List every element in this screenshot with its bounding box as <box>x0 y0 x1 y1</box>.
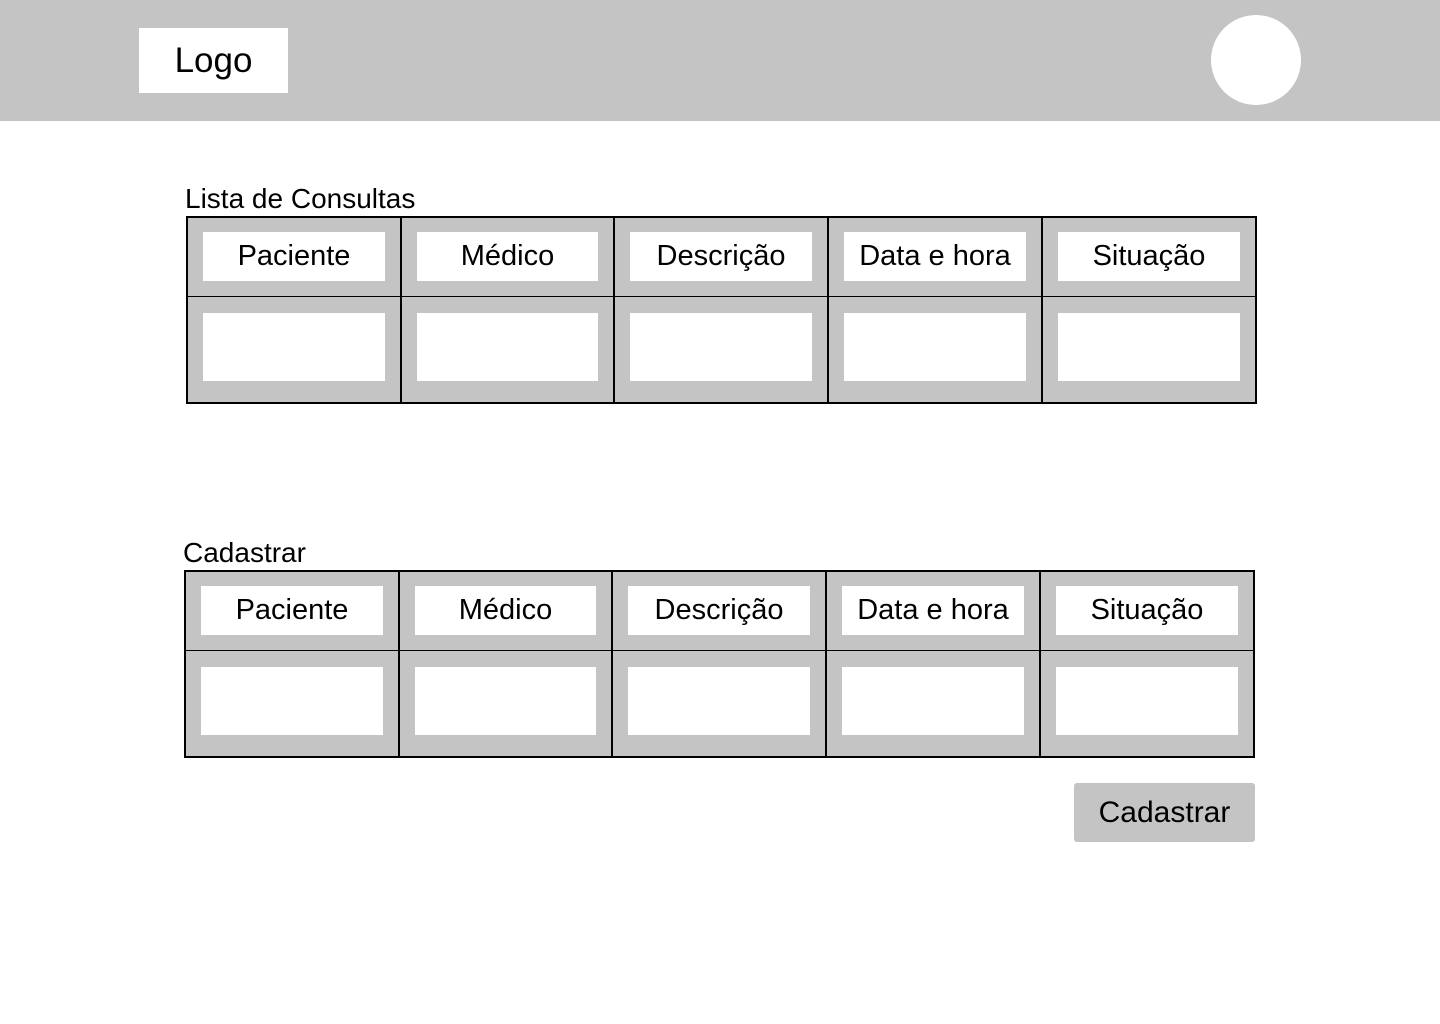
register-form-table: Paciente Médico Descrição Data e hora Si… <box>184 570 1255 758</box>
table-header-row: Paciente Médico Descrição Data e hora Si… <box>188 218 1255 297</box>
column-header-situacao: Situação <box>1058 232 1240 281</box>
situacao-input[interactable] <box>1056 667 1238 735</box>
field-label-descricao: Descrição <box>628 586 810 635</box>
list-section-title: Lista de Consultas <box>185 183 416 214</box>
table-header-cell: Data e hora <box>829 218 1043 296</box>
table-header-cell: Situação <box>1043 218 1255 296</box>
user-avatar-icon[interactable] <box>1211 15 1301 105</box>
form-header-cell: Descrição <box>613 572 827 650</box>
page: Logo Lista de Consultas Paciente Médico … <box>0 0 1440 1024</box>
top-bar: Logo <box>0 0 1440 121</box>
logo[interactable]: Logo <box>139 28 288 93</box>
cadastrar-button[interactable]: Cadastrar <box>1074 783 1255 842</box>
descricao-input[interactable] <box>628 667 810 735</box>
form-header-row: Paciente Médico Descrição Data e hora Si… <box>186 572 1253 651</box>
field-label-data-hora: Data e hora <box>842 586 1024 635</box>
form-header-cell: Data e hora <box>827 572 1041 650</box>
field-label-situacao: Situação <box>1056 586 1238 635</box>
table-cell-situacao <box>1058 313 1240 381</box>
field-label-paciente: Paciente <box>201 586 383 635</box>
form-input-row <box>186 651 1253 756</box>
table-cell-paciente <box>203 313 385 381</box>
form-cell <box>400 651 613 756</box>
form-cell <box>186 651 400 756</box>
consultas-table: Paciente Médico Descrição Data e hora Si… <box>186 216 1257 404</box>
medico-input[interactable] <box>415 667 596 735</box>
table-cell-medico <box>417 313 598 381</box>
field-label-medico: Médico <box>415 586 596 635</box>
column-header-paciente: Paciente <box>203 232 385 281</box>
form-header-cell: Médico <box>400 572 613 650</box>
table-cell <box>402 297 615 402</box>
column-header-data-hora: Data e hora <box>844 232 1026 281</box>
table-cell-descricao <box>630 313 812 381</box>
form-header-cell: Paciente <box>186 572 400 650</box>
column-header-descricao: Descrição <box>630 232 812 281</box>
form-cell <box>613 651 827 756</box>
table-row <box>188 297 1255 402</box>
data-hora-input[interactable] <box>842 667 1024 735</box>
table-cell <box>615 297 829 402</box>
form-header-cell: Situação <box>1041 572 1253 650</box>
table-header-cell: Paciente <box>188 218 402 296</box>
paciente-input[interactable] <box>201 667 383 735</box>
table-header-cell: Médico <box>402 218 615 296</box>
table-cell <box>1043 297 1255 402</box>
table-cell <box>829 297 1043 402</box>
table-header-cell: Descrição <box>615 218 829 296</box>
register-section-title: Cadastrar <box>183 537 306 568</box>
form-cell <box>827 651 1041 756</box>
form-cell <box>1041 651 1253 756</box>
table-cell-data-hora <box>844 313 1026 381</box>
table-cell <box>188 297 402 402</box>
column-header-medico: Médico <box>417 232 598 281</box>
